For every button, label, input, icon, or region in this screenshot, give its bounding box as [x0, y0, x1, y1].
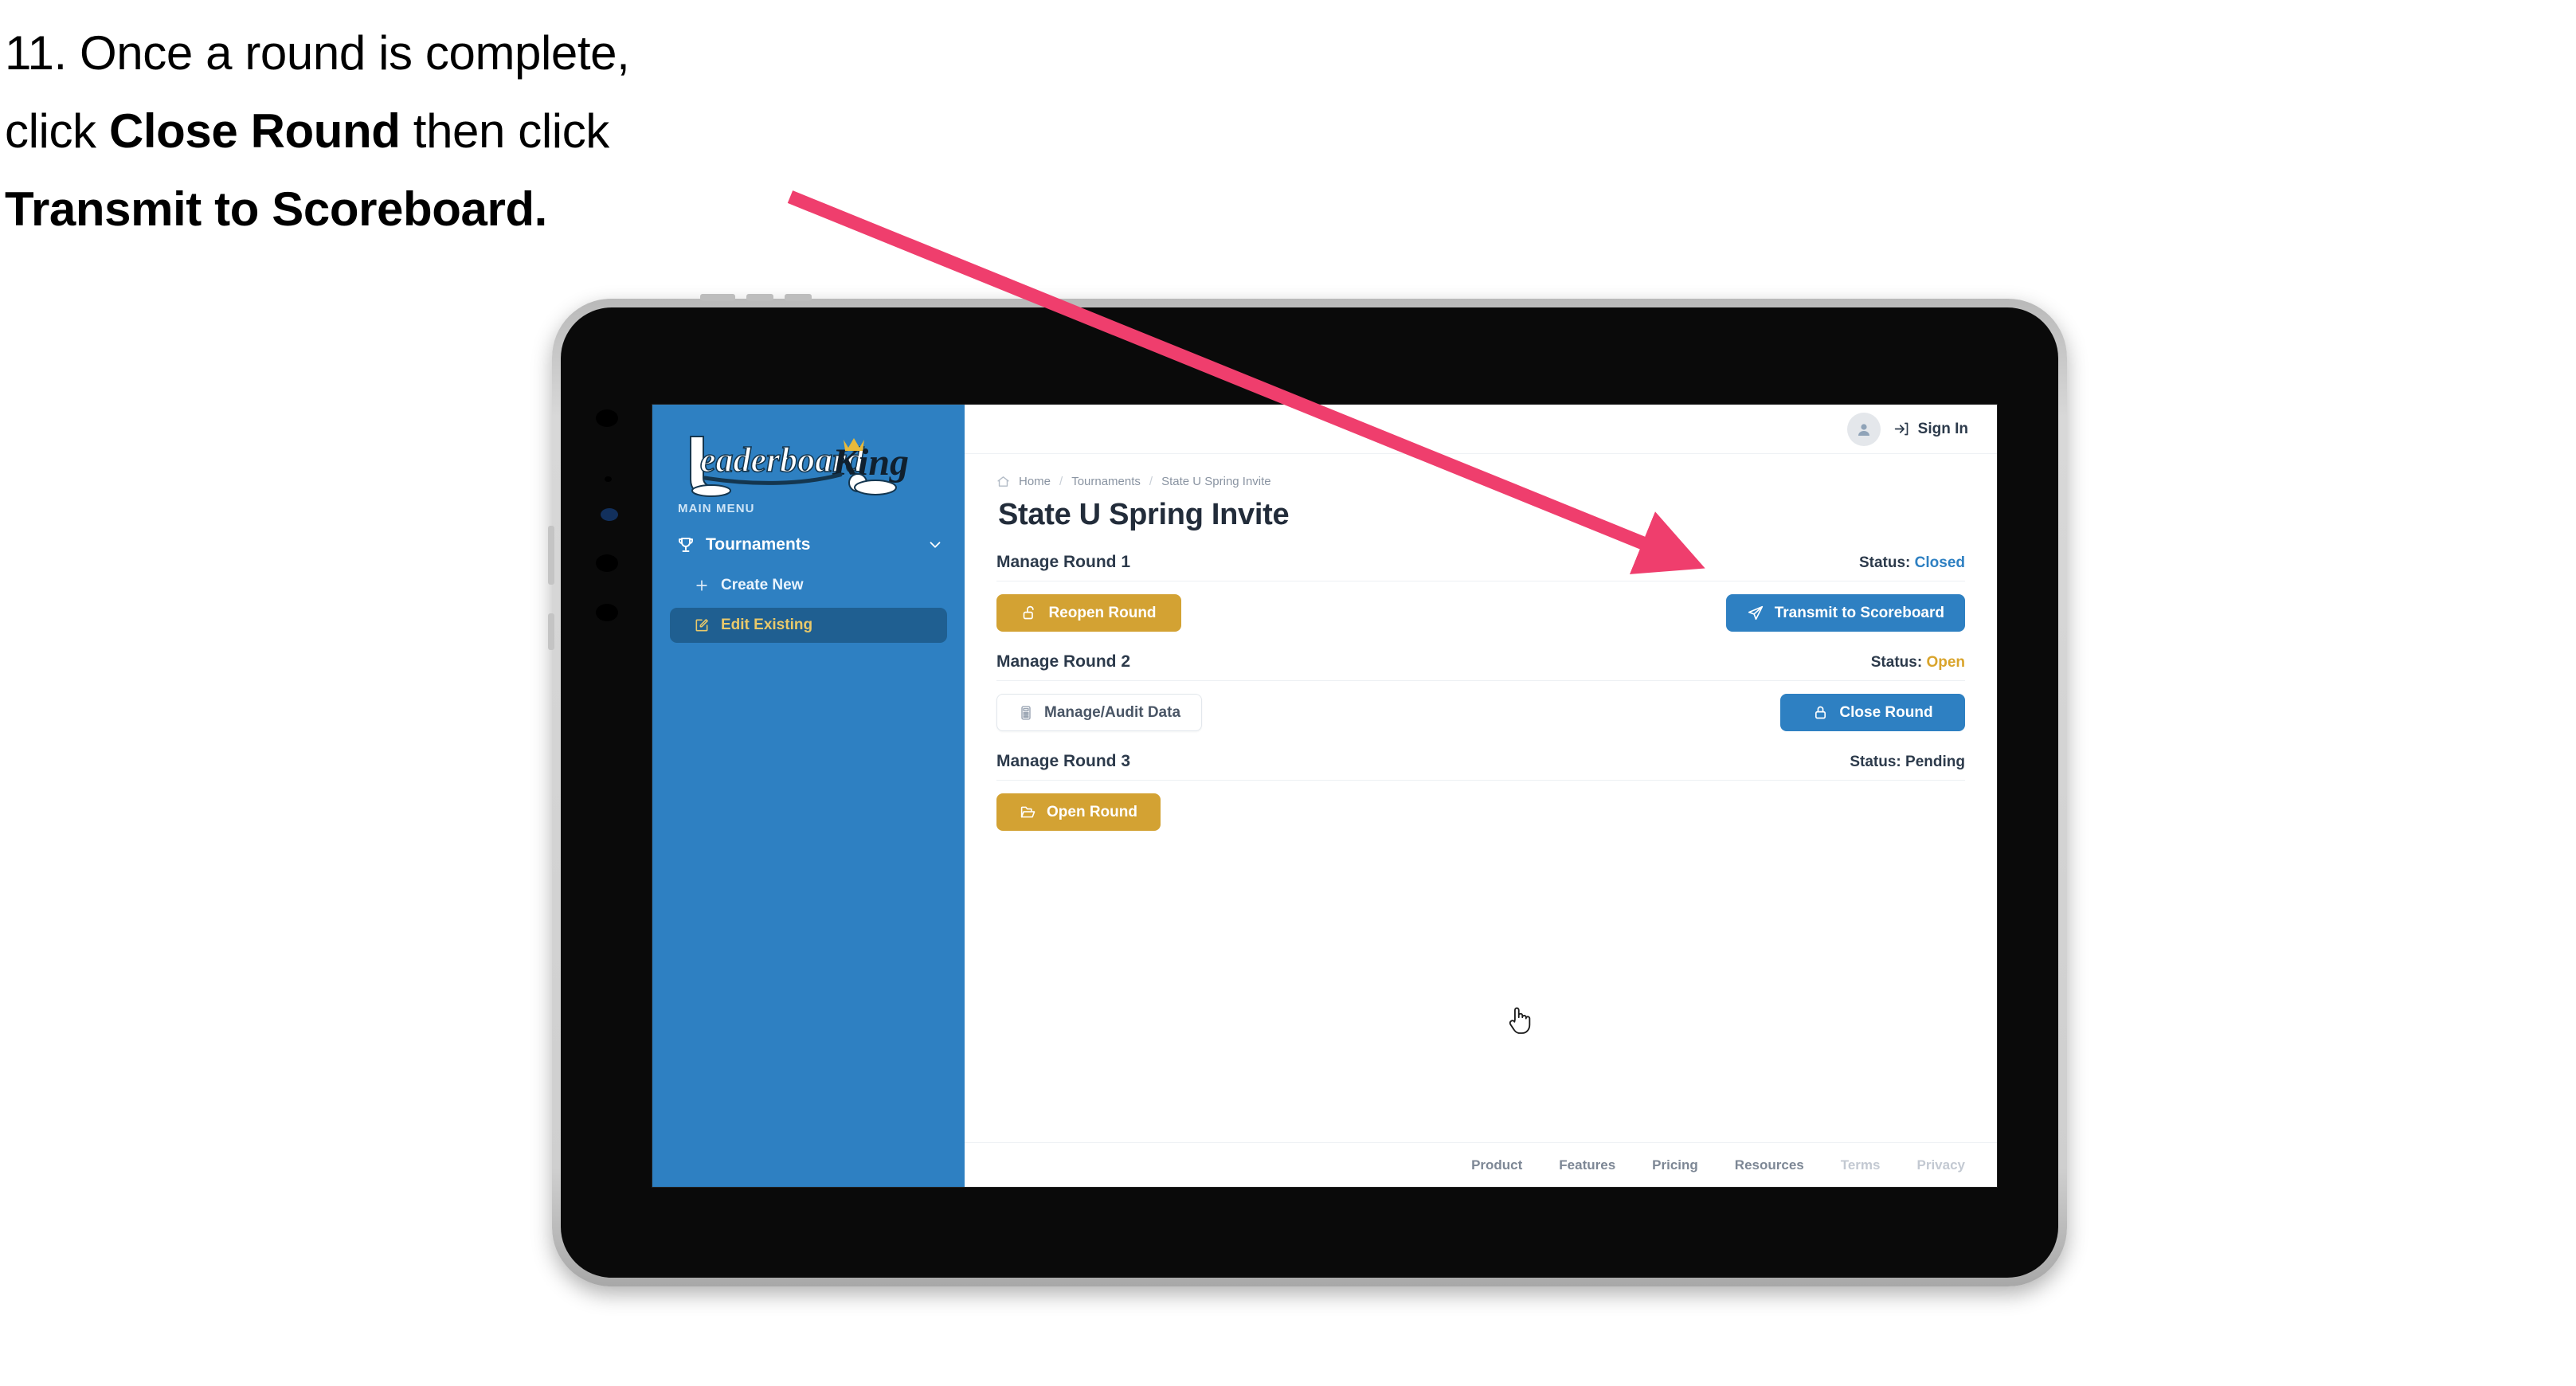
footer-link-terms[interactable]: Terms — [1841, 1157, 1881, 1173]
chevron-down-icon[interactable] — [926, 536, 944, 554]
plus-icon — [694, 578, 710, 593]
edit-square-icon — [694, 617, 710, 633]
footer-nav: Product Features Pricing Resources Terms… — [965, 1142, 1997, 1187]
sidebar-section-label: MAIN MENU — [678, 502, 755, 515]
caption-line-2: click Close Round then click — [5, 92, 881, 170]
tablet-side-button-1 — [548, 526, 554, 585]
tablet-side-button-2 — [548, 613, 554, 650]
manage-audit-data-label: Manage/Audit Data — [1044, 703, 1181, 721]
tablet-top-button-2 — [746, 294, 773, 301]
caption-line-3: Transmit to Scoreboard. — [5, 170, 881, 249]
open-round-label: Open Round — [1047, 803, 1137, 820]
round-block-3: Manage Round 3 Status: Pending Open Roun… — [996, 752, 1965, 831]
breadcrumb-item-home[interactable]: Home — [1019, 475, 1051, 488]
tablet-sensor-1 — [596, 409, 618, 427]
round-block-1: Manage Round 1 Status: Closed Reopen Rou… — [996, 553, 1965, 632]
caption-transmit-emphasis: Transmit to Scoreboard. — [5, 182, 547, 236]
caption-line-2-post: then click — [400, 104, 610, 158]
round-3-status-value: Pending — [1905, 754, 1965, 770]
main-content: Sign In Home / Tournaments / State U Spr… — [965, 405, 1997, 1187]
tablet-sensor-4 — [596, 604, 618, 621]
round-2-status-label: Status: — [1870, 654, 1923, 671]
calculator-icon — [1018, 705, 1034, 721]
footer-link-privacy[interactable]: Privacy — [1917, 1157, 1966, 1173]
transmit-to-scoreboard-label: Transmit to Scoreboard — [1774, 604, 1944, 621]
tablet-top-button-3 — [785, 294, 812, 301]
round-2-status-value: Open — [1926, 654, 1965, 671]
round-1-status-value: Closed — [1914, 554, 1965, 571]
breadcrumb-item-current: State U Spring Invite — [1161, 475, 1271, 488]
sidebar: eaderboard King MAIN MENU Tournaments Cr… — [652, 405, 965, 1187]
app-screen: eaderboard King MAIN MENU Tournaments Cr… — [652, 405, 1997, 1187]
footer-link-product[interactable]: Product — [1471, 1157, 1522, 1173]
footer-link-resources[interactable]: Resources — [1735, 1157, 1804, 1173]
breadcrumb-separator: / — [1059, 475, 1063, 488]
sidebar-item-edit-existing-label: Edit Existing — [721, 617, 813, 633]
sign-in-button[interactable]: Sign In — [1893, 421, 1968, 438]
round-3-status: Status: Pending — [1850, 754, 1965, 771]
close-round-label: Close Round — [1839, 703, 1933, 721]
breadcrumb-item-tournaments[interactable]: Tournaments — [1071, 475, 1141, 488]
open-round-button[interactable]: Open Round — [996, 793, 1161, 831]
round-2-status: Status: Open — [1871, 654, 1965, 671]
user-avatar-icon[interactable] — [1846, 412, 1881, 446]
round-2-name: Manage Round 2 — [996, 652, 1131, 671]
sign-in-label: Sign In — [1917, 420, 1968, 437]
tablet-sensor-3 — [596, 554, 618, 572]
sidebar-item-edit-existing[interactable]: Edit Existing — [670, 608, 947, 643]
reopen-round-button[interactable]: Reopen Round — [996, 594, 1181, 632]
transmit-to-scoreboard-button[interactable]: Transmit to Scoreboard — [1725, 594, 1965, 632]
round-3-status-label: Status: — [1850, 754, 1901, 770]
tablet-bezel: eaderboard King MAIN MENU Tournaments Cr… — [561, 307, 2058, 1278]
breadcrumb-separator: / — [1149, 475, 1153, 488]
unlock-icon — [1021, 605, 1038, 621]
round-3-name: Manage Round 3 — [996, 752, 1131, 770]
screenshot-stage: 11. Once a round is complete, click Clos… — [0, 0, 2576, 1386]
page-content: Home / Tournaments / State U Spring Invi… — [965, 454, 1997, 831]
sign-in-arrow-icon — [1893, 421, 1910, 437]
paper-plane-icon — [1747, 605, 1764, 622]
svg-text:King: King — [832, 441, 909, 484]
round-1-status-label: Status: — [1858, 554, 1911, 571]
trophy-icon — [676, 535, 695, 554]
folder-open-icon — [1020, 804, 1036, 820]
caption-close-round-emphasis: Close Round — [108, 104, 401, 158]
caption-line-2-pre: click — [5, 104, 109, 158]
tablet-device-frame: eaderboard King MAIN MENU Tournaments Cr… — [548, 294, 2067, 1286]
leaderboard-king-logo-icon: eaderboard King — [690, 436, 909, 497]
lock-icon — [1812, 704, 1829, 721]
breadcrumb: Home / Tournaments / State U Spring Invi… — [996, 475, 1965, 488]
instruction-caption: 11. Once a round is complete, click Clos… — [5, 14, 881, 248]
footer-link-features[interactable]: Features — [1559, 1157, 1615, 1173]
top-bar: Sign In — [965, 405, 1997, 454]
footer-link-pricing[interactable]: Pricing — [1652, 1157, 1698, 1173]
sidebar-item-create-new[interactable]: Create New — [670, 568, 947, 603]
manage-audit-data-button[interactable]: Manage/Audit Data — [996, 694, 1203, 731]
pointing-hand-cursor — [1507, 1004, 1534, 1036]
tablet-camera-lens — [601, 508, 618, 521]
home-icon[interactable] — [996, 475, 1010, 488]
page-title: State U Spring Invite — [998, 498, 1290, 531]
round-1-status: Status: Closed — [1859, 554, 1965, 572]
tablet-sensor-2 — [605, 476, 612, 482]
reopen-round-label: Reopen Round — [1048, 604, 1157, 621]
close-round-button[interactable]: Close Round — [1780, 694, 1965, 731]
caption-line-1: 11. Once a round is complete, — [5, 26, 630, 80]
sidebar-item-tournaments-label: Tournaments — [706, 535, 811, 554]
tablet-top-button-1 — [700, 294, 735, 301]
round-1-name: Manage Round 1 — [996, 553, 1131, 571]
sidebar-item-tournaments[interactable]: Tournaments — [652, 527, 965, 563]
app-logo[interactable]: eaderboard King — [652, 419, 965, 497]
round-block-2: Manage Round 2 Status: Open Manage/Audit… — [996, 652, 1965, 731]
sidebar-item-create-new-label: Create New — [721, 577, 804, 593]
